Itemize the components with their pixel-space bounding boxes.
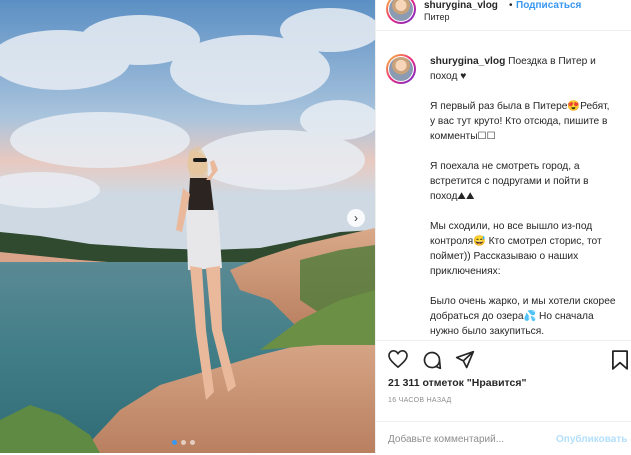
comment-input[interactable]: Добавьте комментарий... bbox=[388, 434, 504, 445]
bookmark-icon[interactable] bbox=[612, 350, 628, 370]
carousel-indicator bbox=[172, 440, 195, 445]
photo-image bbox=[0, 0, 375, 453]
header-separator: • bbox=[509, 0, 513, 11]
avatar[interactable] bbox=[386, 0, 416, 24]
speech-bubble-icon[interactable] bbox=[422, 350, 442, 370]
carousel-dot bbox=[172, 440, 177, 445]
caption-username[interactable]: shurygina_vlog bbox=[430, 56, 505, 67]
caption-paragraph: Я первый раз была в Питере😍Ребят, у вас … bbox=[430, 101, 613, 142]
post-photo[interactable]: › bbox=[0, 0, 375, 453]
carousel-dot bbox=[181, 440, 186, 445]
header-location[interactable]: Питер bbox=[424, 12, 450, 22]
publish-button[interactable]: Опубликовать bbox=[556, 434, 627, 445]
heart-icon[interactable] bbox=[388, 350, 408, 368]
caption-paragraph: Было очень жарко, и мы хотели скорее доб… bbox=[430, 296, 619, 337]
follow-button[interactable]: Подписаться bbox=[516, 0, 581, 11]
instagram-post: › shurygina_vlog • Подписаться Питер shu… bbox=[0, 0, 631, 453]
comments-area[interactable]: shurygina_vlog Поездка в Питер и поход ♥… bbox=[376, 40, 631, 340]
caption-paragraph: Мы сходили, но все вышло из-под контроля… bbox=[430, 221, 605, 277]
caption-paragraph: Я поехала не смотреть город, а встретитс… bbox=[430, 161, 592, 202]
post-timestamp[interactable]: 16 ЧАСОВ НАЗАД bbox=[388, 397, 452, 404]
paper-plane-icon[interactable] bbox=[455, 350, 475, 370]
post-actions: 21 311 отметок "Нравится" 16 ЧАСОВ НАЗАД… bbox=[376, 340, 631, 454]
carousel-next-button[interactable]: › bbox=[347, 209, 365, 227]
likes-count[interactable]: 21 311 отметок "Нравится" bbox=[388, 377, 526, 389]
carousel-dot bbox=[190, 440, 195, 445]
post-side-panel: shurygina_vlog • Подписаться Питер shury… bbox=[375, 0, 631, 453]
header-username[interactable]: shurygina_vlog bbox=[424, 0, 498, 11]
add-comment-form: Добавьте комментарий... Опубликовать bbox=[376, 421, 631, 455]
chevron-right-icon: › bbox=[354, 211, 358, 225]
post-header: shurygina_vlog • Подписаться Питер bbox=[376, 0, 631, 31]
post-caption: shurygina_vlog Поездка в Питер и поход ♥… bbox=[430, 54, 616, 340]
caption-avatar[interactable] bbox=[386, 54, 416, 84]
